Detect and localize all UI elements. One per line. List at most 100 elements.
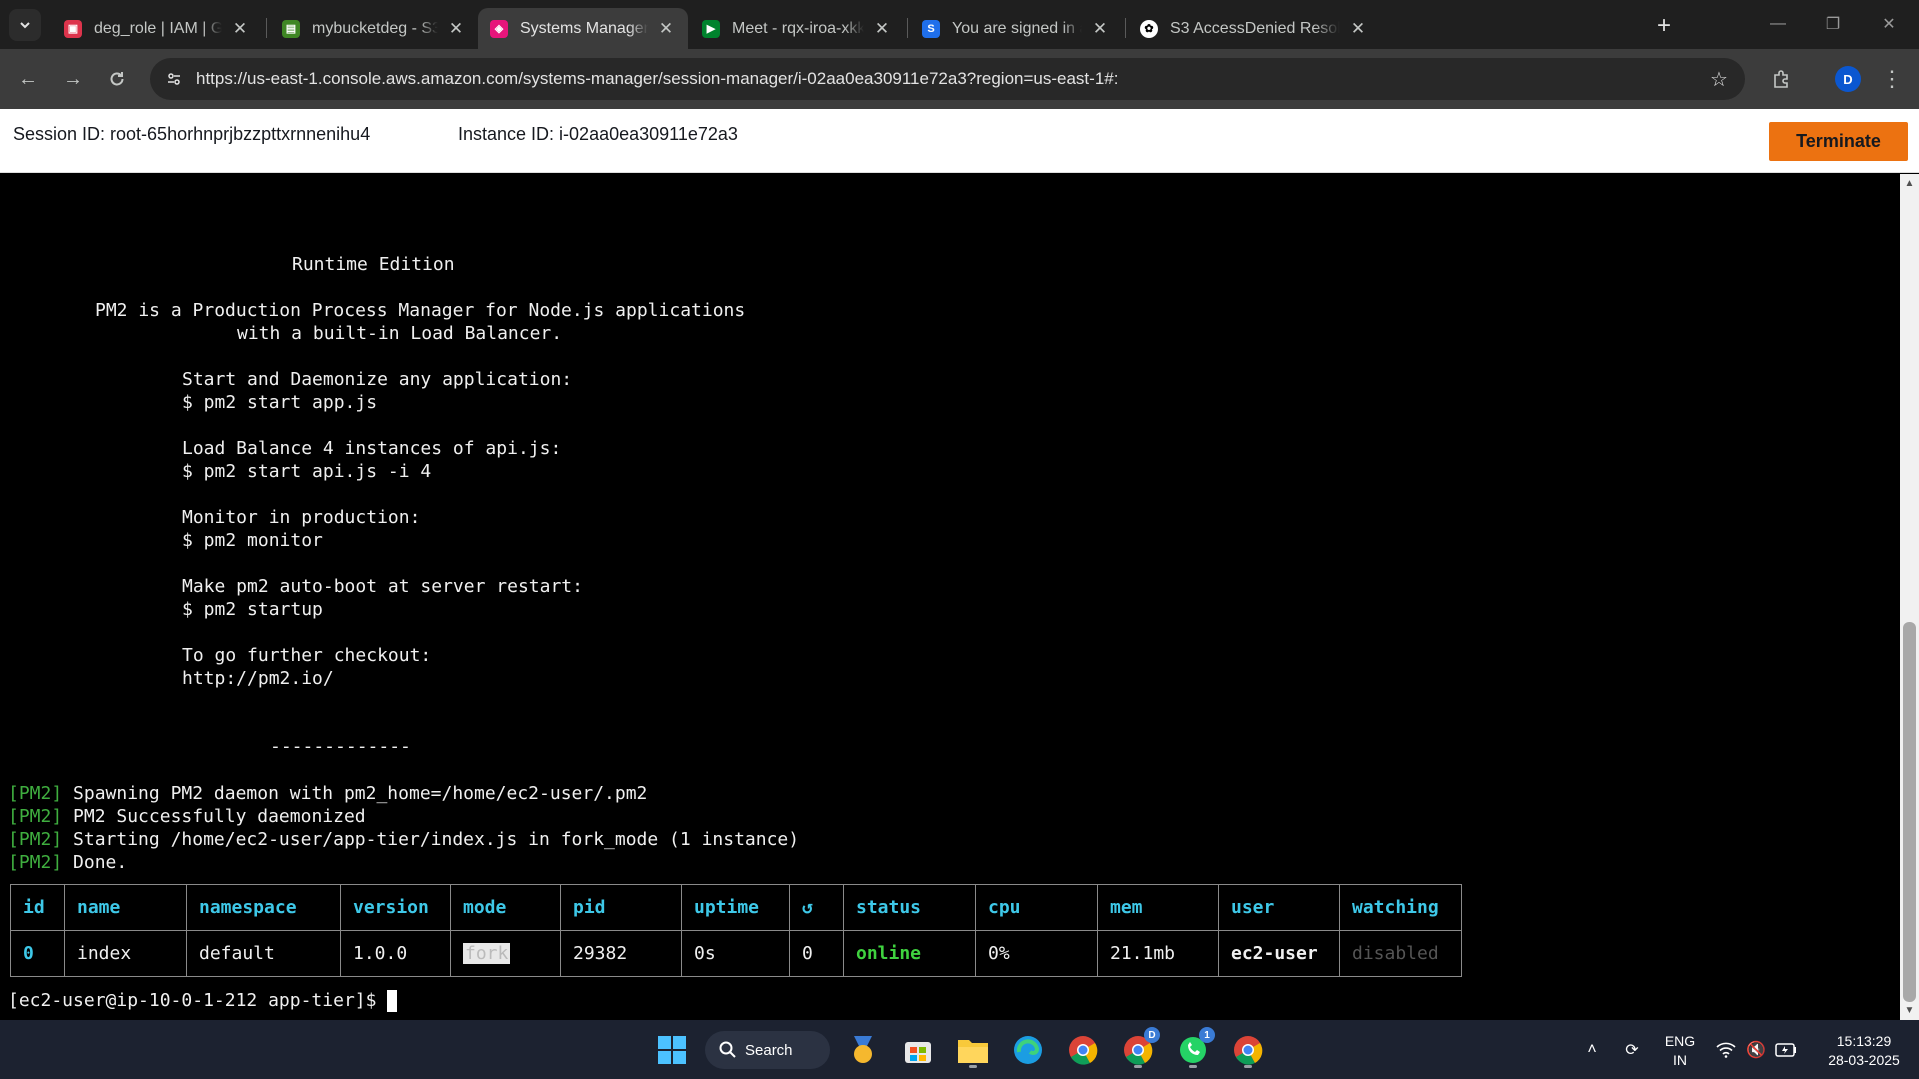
- browser-menu-icon[interactable]: ⋮: [1880, 63, 1904, 95]
- microsoft-store-icon[interactable]: [898, 1030, 938, 1070]
- tab-s3[interactable]: ▤ mybucketdeg - S3 bucket | S3 ✕: [270, 8, 478, 49]
- sync-icon[interactable]: ⟳: [1620, 1038, 1644, 1062]
- col-header: version: [340, 884, 451, 931]
- tab-chatgpt[interactable]: ✿ S3 AccessDenied Resolution ✕: [1128, 8, 1618, 49]
- tab-title: mybucketdeg - S3 bucket | S3: [312, 19, 438, 37]
- col-header: mode: [450, 884, 561, 931]
- google-meet-icon: ▶: [702, 19, 720, 38]
- tab-iam[interactable]: ▣ deg_role | IAM | Global ✕: [52, 8, 262, 49]
- terminal-line: $ pm2 startup: [182, 599, 323, 620]
- forward-button[interactable]: →: [57, 63, 89, 95]
- address-bar[interactable]: https://us-east-1.console.aws.amazon.com…: [150, 58, 1745, 100]
- url-text[interactable]: https://us-east-1.console.aws.amazon.com…: [196, 69, 1118, 89]
- terminal-line: Load Balance 4 instances of api.js:: [182, 438, 562, 459]
- chrome-icon[interactable]: [1063, 1030, 1103, 1070]
- site-info-icon[interactable]: [162, 67, 186, 91]
- windows-taskbar: Search D 1 ˄ ⟳ ENG IN 🔇 15:13:29 28-03-2…: [0, 1020, 1919, 1079]
- scrollbar-thumb[interactable]: [1903, 622, 1916, 1002]
- terminate-button[interactable]: Terminate: [1769, 122, 1908, 161]
- s-app-icon: S: [922, 19, 940, 38]
- search-label: Search: [745, 1041, 793, 1059]
- back-button[interactable]: ←: [12, 63, 44, 95]
- terminal-line: PM2 is a Production Process Manager for …: [95, 300, 746, 321]
- col-header: name: [64, 884, 187, 931]
- language-indicator[interactable]: ENG IN: [1662, 1032, 1698, 1070]
- battery-icon[interactable]: [1774, 1038, 1798, 1062]
- extensions-puzzle-icon[interactable]: [1765, 63, 1797, 95]
- close-window-button[interactable]: ✕: [1866, 8, 1912, 40]
- table-header-row: id name namespace version mode pid uptim…: [10, 884, 1462, 931]
- tab-title: S3 AccessDenied Resolution: [1170, 19, 1340, 37]
- restore-button[interactable]: ❐: [1810, 8, 1856, 40]
- cell-version: 1.0.0: [340, 930, 451, 977]
- pm2-tag: [PM2]: [8, 829, 63, 850]
- tab-separator: [266, 18, 267, 38]
- pm2-log-line: [PM2] Done.: [8, 851, 127, 874]
- terminal-line: with a built-in Load Balancer.: [237, 323, 563, 344]
- tab-meet[interactable]: ▶ Meet - rqx-iroa-xkk ✕: [690, 8, 904, 49]
- wifi-icon[interactable]: [1714, 1038, 1738, 1062]
- show-hidden-icons-chevron-icon[interactable]: ˄: [1580, 1038, 1604, 1062]
- cell-cpu: 0%: [975, 930, 1098, 977]
- reload-icon: [110, 72, 124, 86]
- pm2-tag: [PM2]: [8, 852, 63, 873]
- pm2-tag: [PM2]: [8, 783, 63, 804]
- tab-separator: [1125, 18, 1126, 38]
- windows-start-icon[interactable]: [652, 1030, 692, 1070]
- tab-search-button[interactable]: [9, 9, 41, 41]
- file-explorer-icon[interactable]: [953, 1030, 993, 1070]
- log-text: PM2 Successfully daemonized: [73, 806, 366, 827]
- col-header: namespace: [186, 884, 341, 931]
- running-indicator: [1189, 1065, 1197, 1068]
- close-tab-icon[interactable]: ✕: [1090, 19, 1110, 39]
- new-tab-button[interactable]: +: [1650, 12, 1678, 40]
- profile-avatar[interactable]: D: [1835, 66, 1861, 92]
- terminal-line: $ pm2 monitor: [182, 530, 323, 551]
- search-icon: [719, 1041, 736, 1058]
- edge-browser-icon[interactable]: [1008, 1030, 1048, 1070]
- terminal-output[interactable]: Runtime Edition PM2 is a Production Proc…: [0, 174, 1900, 1020]
- log-text: Spawning PM2 daemon with pm2_home=/home/…: [73, 783, 648, 804]
- close-tab-icon[interactable]: ✕: [230, 19, 250, 39]
- pm2-log-line: [PM2] Spawning PM2 daemon with pm2_home=…: [8, 782, 647, 805]
- terminal-line: Make pm2 auto-boot at server restart:: [182, 576, 583, 597]
- close-tab-icon[interactable]: ✕: [446, 19, 466, 39]
- clock[interactable]: 15:13:29 28-03-2025: [1812, 1032, 1916, 1070]
- aws-s3-icon: ▤: [282, 19, 300, 38]
- running-indicator: [1244, 1065, 1252, 1068]
- shell-prompt-line[interactable]: [ec2-user@ip-10-0-1-212 app-tier]$: [8, 989, 398, 1012]
- chevron-down-icon: [20, 22, 30, 29]
- bookmark-star-icon[interactable]: ☆: [1707, 67, 1731, 91]
- cell-status: online: [843, 930, 976, 977]
- col-header: cpu: [975, 884, 1098, 931]
- scroll-down-arrow-icon[interactable]: ▼: [1904, 1005, 1915, 1016]
- restart-icon: ↺: [789, 884, 844, 931]
- close-tab-icon[interactable]: ✕: [872, 19, 892, 39]
- chrome-profile-icon[interactable]: D: [1118, 1027, 1160, 1070]
- scroll-up-arrow-icon[interactable]: ▲: [1904, 178, 1915, 189]
- widget-medal-icon[interactable]: [843, 1030, 883, 1070]
- close-tab-icon[interactable]: ✕: [1348, 19, 1368, 39]
- whatsapp-icon[interactable]: 1: [1173, 1027, 1215, 1070]
- minimize-button[interactable]: —: [1755, 8, 1801, 40]
- volume-muted-icon[interactable]: 🔇: [1744, 1038, 1768, 1062]
- tab-signed-in[interactable]: S You are signed in as shanjay ✕: [910, 8, 1122, 49]
- terminal-scrollbar[interactable]: ▲ ▼: [1900, 174, 1919, 1020]
- tab-title: deg_role | IAM | Global: [94, 19, 222, 37]
- mode-value: fork: [463, 943, 511, 964]
- taskbar-search[interactable]: Search: [705, 1031, 830, 1069]
- tab-title: Meet - rqx-iroa-xkk: [732, 19, 864, 37]
- aws-iam-icon: ▣: [64, 19, 82, 38]
- cell-id: 0: [10, 930, 65, 977]
- col-header: user: [1218, 884, 1340, 931]
- col-header: uptime: [681, 884, 790, 931]
- close-tab-icon[interactable]: ✕: [656, 19, 676, 39]
- tab-systems-manager[interactable]: ◈ Systems Manager | us-east-1 ✕: [478, 8, 688, 49]
- terminal-line: $ pm2 start api.js -i 4: [182, 461, 432, 482]
- log-text: Starting /home/ec2-user/app-tier/index.j…: [73, 829, 800, 850]
- terminal-cursor: [387, 990, 398, 1012]
- terminal-line: Start and Daemonize any application:: [182, 369, 573, 390]
- language-code: ENG: [1664, 1033, 1696, 1049]
- chrome-canary-icon[interactable]: [1228, 1030, 1268, 1070]
- reload-button[interactable]: [101, 63, 133, 95]
